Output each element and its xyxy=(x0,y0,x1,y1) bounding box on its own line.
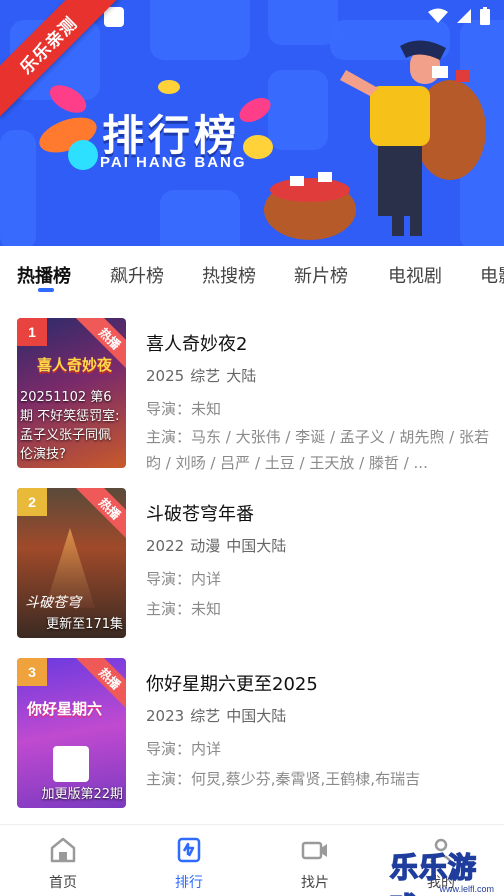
hot-badge: 热播 xyxy=(69,488,126,541)
item-cast: 主演：未知 xyxy=(146,600,222,618)
item-cast: 主演：何炅,蔡少芬,秦霄贤,王鹤棣,布瑞吉 xyxy=(146,770,421,788)
tab-rising[interactable]: 飙升榜 xyxy=(110,262,164,288)
signal-icon xyxy=(457,9,471,23)
tab-new[interactable]: 新片榜 xyxy=(294,262,348,288)
poster-caption: 更新至171集 xyxy=(46,617,123,632)
item-director: 导演：未知 xyxy=(146,400,222,418)
banner-logo: 排行榜 PAI HANG BANG xyxy=(34,79,278,210)
item-region: 中国大陆 xyxy=(226,537,287,555)
rank-badge: 2 xyxy=(17,488,47,516)
item-region: 中国大陆 xyxy=(226,707,287,725)
item-title[interactable]: 斗破苍穹年番 xyxy=(146,500,496,526)
item-region: 大陆 xyxy=(226,367,257,385)
rank-badge: 1 xyxy=(17,318,47,346)
list-item[interactable]: 斗破苍穹 2 热播 更新至171集 斗破苍穹年番 2022 动漫 中国大陆 导演：内… xyxy=(0,474,504,644)
rank-badge: 3 xyxy=(17,658,47,686)
poster-title-art: 斗破苍穹 xyxy=(25,595,81,611)
item-genre: 综艺 xyxy=(190,367,221,385)
list-item[interactable]: 喜人奇妙夜 1 热播 20251102 第6期 不好笑惩罚室: 孟子义张子同佩伦… xyxy=(0,304,504,474)
wifi-icon xyxy=(428,8,448,23)
home-icon xyxy=(50,837,76,863)
active-tab-indicator xyxy=(38,288,54,292)
item-year: 2025 xyxy=(146,367,185,385)
nav-ranking-label: 排行 xyxy=(175,875,203,891)
item-genre: 综艺 xyxy=(190,707,221,725)
watermark-url: www.lelfl.com xyxy=(439,884,494,894)
nav-find[interactable]: 找片 xyxy=(275,835,355,892)
ranking-tabs: 热播榜 飙升榜 热搜榜 新片榜 电视剧 电影 xyxy=(0,246,504,304)
item-director: 导演：内详 xyxy=(146,740,222,758)
item-genre: 动漫 xyxy=(190,537,221,555)
poster-title-art: 你好星期六 xyxy=(27,700,103,718)
item-director: 导演：内详 xyxy=(146,570,222,588)
ranking-banner: 乐乐亲测 排行榜 PAI HANG BANG xyxy=(0,0,504,246)
list-item[interactable]: 你好星期六 3 热播 加更版第22期 你好星期六更至2025 2023 综艺 中国大… xyxy=(0,644,504,814)
poster-image[interactable]: 你好星期六 3 热播 加更版第22期 xyxy=(17,658,126,808)
item-cast: 主演：马东 / 大张伟 / 李诞 / 孟子义 / 胡先煦 / 张若昀 / 刘旸 … xyxy=(146,428,489,472)
nav-home-label: 首页 xyxy=(49,875,77,891)
banner-illustration xyxy=(264,40,486,240)
battery-icon xyxy=(480,7,490,25)
poster-image[interactable]: 喜人奇妙夜 1 热播 20251102 第6期 不好笑惩罚室: 孟子义张子同佩伦… xyxy=(17,318,126,468)
item-meta: 2023 综艺 中国大陆 xyxy=(146,705,496,726)
item-title[interactable]: 喜人奇妙夜2 xyxy=(146,330,496,356)
tab-tv-series[interactable]: 电视剧 xyxy=(388,262,442,288)
nav-home[interactable]: 首页 xyxy=(23,835,103,892)
ranking-list: 喜人奇妙夜 1 热播 20251102 第6期 不好笑惩罚室: 孟子义张子同佩伦… xyxy=(0,304,504,824)
poster-image[interactable]: 斗破苍穹 2 热播 更新至171集 xyxy=(17,488,126,638)
poster-caption: 20251102 第6期 不好笑惩罚室: 孟子义张子同佩伦演技? xyxy=(20,390,120,462)
poster-logo xyxy=(53,746,89,782)
nav-ranking[interactable]: 排行 xyxy=(149,835,229,892)
poster-caption: 加更版第22期 xyxy=(41,787,123,802)
item-title[interactable]: 你好星期六更至2025 xyxy=(146,670,496,696)
ranking-icon xyxy=(177,837,201,863)
watermark: 乐乐游戏 www.lelfl.com xyxy=(389,846,502,896)
notification-icon xyxy=(104,7,124,27)
poster-title-art: 喜人奇妙夜 xyxy=(37,356,113,374)
tab-search[interactable]: 热搜榜 xyxy=(202,262,256,288)
item-year: 2022 xyxy=(146,537,185,555)
item-year: 2023 xyxy=(146,707,185,725)
banner-subtitle: PAI HANG BANG xyxy=(100,154,247,171)
tab-hot[interactable]: 热播榜 xyxy=(17,262,71,288)
item-meta: 2022 动漫 中国大陆 xyxy=(146,535,496,556)
video-camera-icon xyxy=(301,841,327,860)
nav-find-label: 找片 xyxy=(301,875,329,891)
item-meta: 2025 综艺 大陆 xyxy=(146,365,496,386)
tab-movie[interactable]: 电影 xyxy=(480,262,504,288)
